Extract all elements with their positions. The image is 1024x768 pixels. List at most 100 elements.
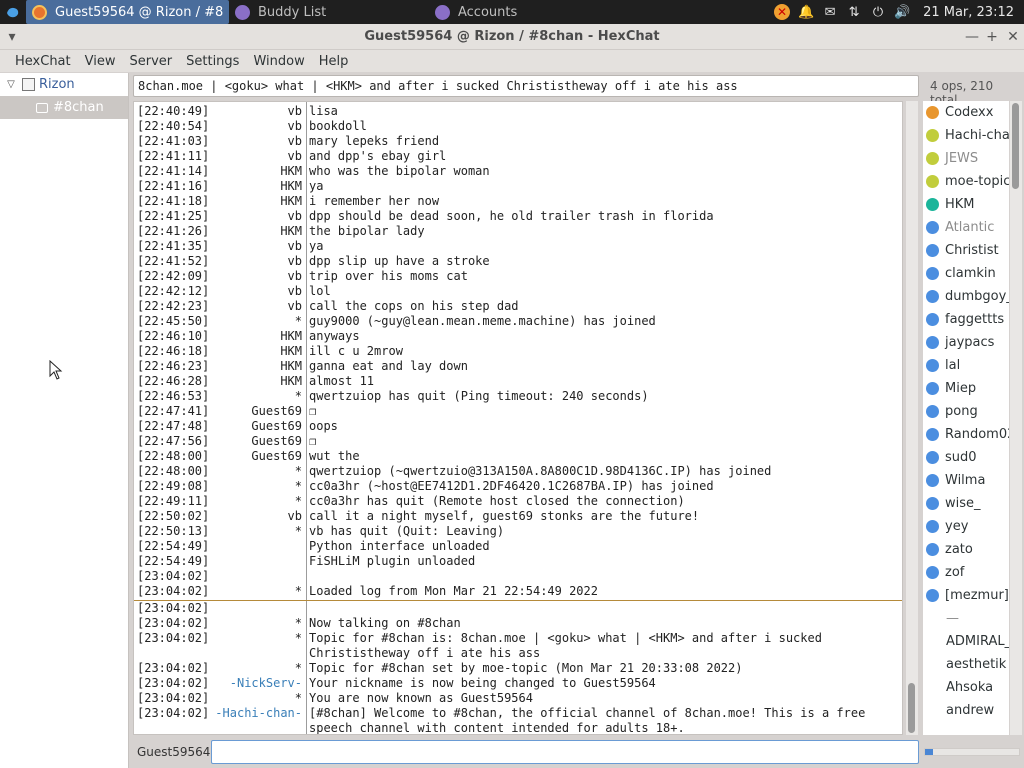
chat-nick[interactable]: vb	[202, 149, 302, 164]
chat-scroll-thumb[interactable]	[908, 683, 915, 733]
tree-item-server[interactable]: ▽ Rizon	[0, 73, 128, 96]
task-accounts[interactable]: Accounts	[429, 0, 523, 24]
chat-nick[interactable]: *	[202, 314, 302, 329]
chat-nick[interactable]: HKM	[202, 179, 302, 194]
chat-nick[interactable]: *	[202, 389, 302, 404]
chat-nick[interactable]: *	[202, 584, 302, 599]
user-list-item[interactable]: wise_	[923, 492, 1009, 515]
notification-bell-icon[interactable]: 🔔	[797, 3, 815, 21]
chat-nick[interactable]: HKM	[202, 194, 302, 209]
collapse-icon[interactable]: ▽	[4, 79, 18, 90]
chat-nick[interactable]: vb	[202, 284, 302, 299]
user-list-scrollbar[interactable]	[1010, 101, 1022, 735]
chat-nick[interactable]: *	[202, 661, 302, 676]
nick-button[interactable]: Guest59564	[137, 745, 210, 759]
user-list-item[interactable]: Atlantic	[923, 216, 1009, 239]
close-icon[interactable]: ✕	[1003, 27, 1023, 47]
chat-nick[interactable]: vb	[202, 269, 302, 284]
hexchat-tray-icon[interactable]: ✕	[773, 3, 791, 21]
chat-nick[interactable]: Guest69	[202, 449, 302, 464]
chat-nick[interactable]: vb	[202, 119, 302, 134]
menu-server[interactable]: Server	[122, 54, 179, 69]
user-list-scroll-thumb[interactable]	[1012, 103, 1019, 189]
menu-hexchat[interactable]: HexChat	[8, 54, 78, 69]
user-list-item[interactable]: [mezmur]	[923, 584, 1009, 607]
menu-view[interactable]: View	[78, 54, 123, 69]
user-list-item[interactable]: JEWS	[923, 147, 1009, 170]
chat-nick[interactable]: vb	[202, 239, 302, 254]
user-status-icon	[926, 589, 939, 602]
chat-nick[interactable]: HKM	[202, 164, 302, 179]
maximize-icon[interactable]: +	[982, 27, 1002, 47]
chat-nick[interactable]: Guest69	[202, 404, 302, 419]
window-titlebar[interactable]: ▾ Guest59564 @ Rizon / #8chan - HexChat …	[0, 24, 1024, 50]
chat-nick[interactable]: *	[202, 464, 302, 479]
message-input[interactable]	[211, 740, 919, 764]
user-list: Codexx Hachi-chan JEWS moe-topic HKM Atlantic…	[923, 101, 1009, 735]
user-list-item[interactable]: sud0	[923, 446, 1009, 469]
user-list-item[interactable]: ADMIRAL_H	[923, 630, 1009, 653]
chat-nick[interactable]: vb	[202, 104, 302, 119]
user-list-item[interactable]: faggettts	[923, 308, 1009, 331]
chat-nick[interactable]: *	[202, 479, 302, 494]
chat-scrollbar[interactable]	[906, 101, 918, 735]
task-buddy-list[interactable]: Buddy List	[229, 0, 429, 24]
chat-nick[interactable]: -NickServ-	[202, 676, 302, 691]
chat-nick[interactable]: HKM	[202, 224, 302, 239]
chat-nick[interactable]: *	[202, 631, 302, 646]
user-list-item[interactable]: Codexx	[923, 101, 1009, 124]
network-icon[interactable]: ⇅	[845, 3, 863, 21]
chat-nick[interactable]: Guest69	[202, 419, 302, 434]
chat-nick[interactable]: *	[202, 494, 302, 509]
chat-nick[interactable]: vb	[202, 299, 302, 314]
mail-icon[interactable]: ✉	[821, 3, 839, 21]
chat-nick[interactable]: *	[202, 691, 302, 706]
topic-field[interactable]: 8chan.moe | <goku> what | <HKM> and afte…	[133, 75, 919, 97]
power-icon[interactable]: ⏻	[869, 3, 887, 21]
user-list-item[interactable]: —	[923, 607, 1009, 630]
user-list-item[interactable]: pong	[923, 400, 1009, 423]
user-list-item[interactable]: Christist	[923, 239, 1009, 262]
user-list-item[interactable]: dumbgoy_	[923, 285, 1009, 308]
chat-line: [23:04:02] -Hachi-chan- [#8chan] Welcome t…	[134, 706, 902, 721]
chat-nick[interactable]: Guest69	[202, 434, 302, 449]
user-list-item[interactable]: aesthetik	[923, 653, 1009, 676]
user-list-item[interactable]: andrew	[923, 699, 1009, 722]
user-list-item[interactable]: yey	[923, 515, 1009, 538]
chat-message: Python interface unloaded	[309, 539, 490, 553]
chat-nick[interactable]: *	[202, 616, 302, 631]
user-list-item[interactable]: clamkin	[923, 262, 1009, 285]
task-hexchat[interactable]: Guest59564 @ Rizon / #8cha...	[26, 0, 229, 24]
chat-nick[interactable]: HKM	[202, 329, 302, 344]
user-list-item[interactable]: Miep	[923, 377, 1009, 400]
volume-icon[interactable]: 🔊	[893, 3, 911, 21]
tree-item-channel[interactable]: #8chan	[0, 96, 128, 119]
user-list-item[interactable]: Hachi-chan	[923, 124, 1009, 147]
user-status-icon	[926, 382, 939, 395]
chat-nick[interactable]: vb	[202, 134, 302, 149]
chat-nick[interactable]: HKM	[202, 359, 302, 374]
chat-nick[interactable]: vb	[202, 509, 302, 524]
app-menu-button[interactable]	[0, 0, 26, 24]
user-list-item[interactable]: moe-topic	[923, 170, 1009, 193]
user-list-item[interactable]: lal	[923, 354, 1009, 377]
menu-settings[interactable]: Settings	[179, 54, 246, 69]
chat-nick[interactable]: vb	[202, 254, 302, 269]
user-list-item[interactable]: Random024	[923, 423, 1009, 446]
user-list-item[interactable]: zof	[923, 561, 1009, 584]
user-list-item[interactable]: Wilma	[923, 469, 1009, 492]
user-list-item[interactable]: jaypacs	[923, 331, 1009, 354]
minimize-icon[interactable]: —	[962, 27, 982, 47]
user-list-item[interactable]: zato	[923, 538, 1009, 561]
menu-help[interactable]: Help	[312, 54, 356, 69]
chat-nick[interactable]: HKM	[202, 374, 302, 389]
chat-log[interactable]: [22:40:49] vb lisa [22:40:54] vb bookdoll [22:…	[133, 101, 903, 735]
menu-window[interactable]: Window	[246, 54, 311, 69]
user-list-item[interactable]: HKM	[923, 193, 1009, 216]
clock[interactable]: 21 Mar, 23:12	[923, 5, 1014, 20]
chat-nick[interactable]: HKM	[202, 344, 302, 359]
chat-nick[interactable]: *	[202, 524, 302, 539]
chat-nick[interactable]: vb	[202, 209, 302, 224]
user-list-item[interactable]: Ahsoka	[923, 676, 1009, 699]
chat-nick[interactable]: -Hachi-chan-	[202, 706, 302, 721]
